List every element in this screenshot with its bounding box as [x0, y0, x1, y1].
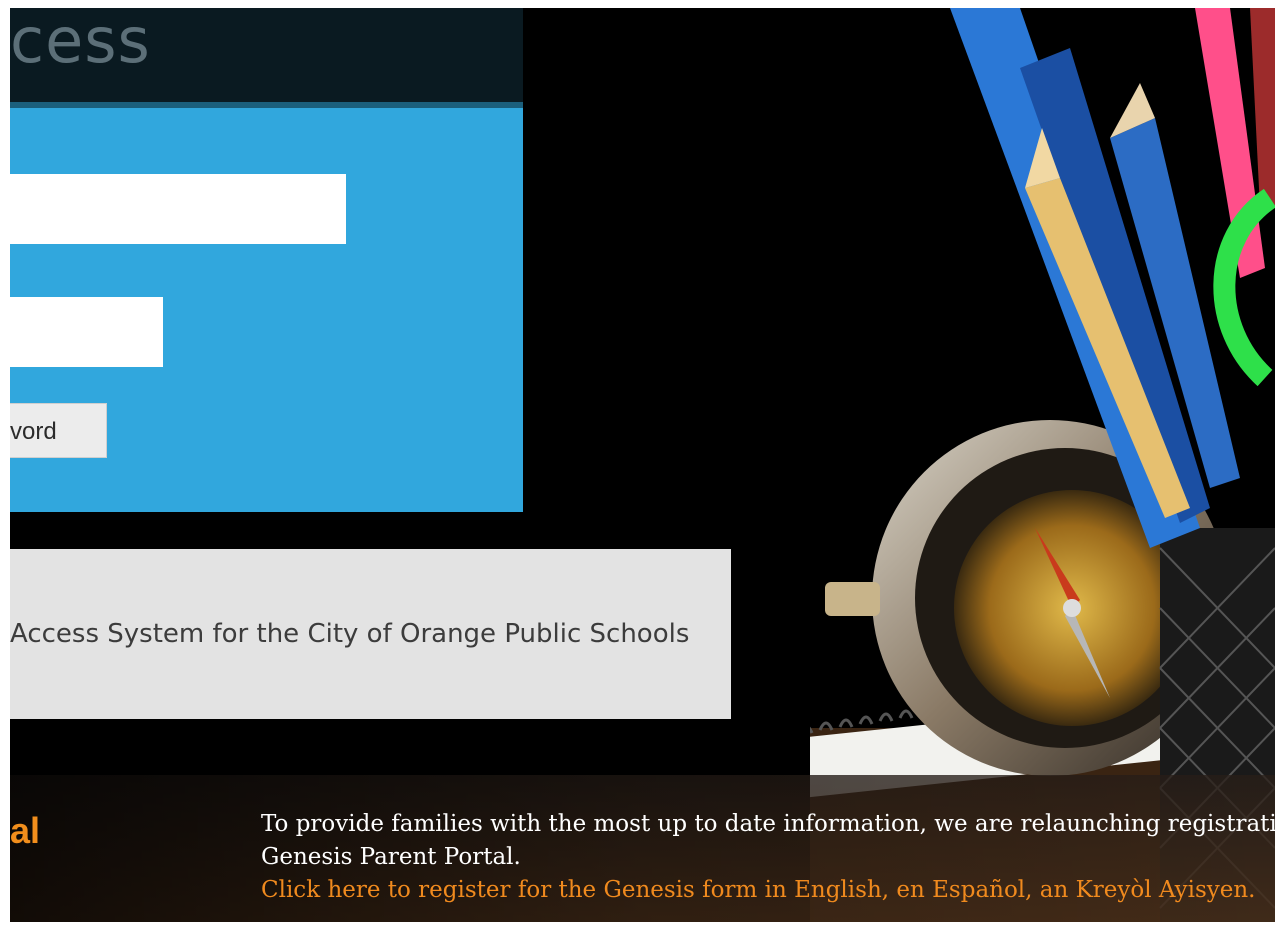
login-panel: vord — [10, 108, 523, 512]
password-input[interactable] — [10, 297, 163, 367]
username-input[interactable] — [10, 174, 346, 244]
system-description: Access System for the City of Orange Pub… — [10, 619, 690, 649]
notice-line-1: To provide families with the most up to … — [261, 811, 1275, 837]
notice-line-2: Genesis Parent Portal. — [261, 844, 521, 870]
hero-screen: cess vord Access System for the City of … — [10, 8, 1275, 922]
system-info-box: Access System for the City of Orange Pub… — [10, 549, 731, 719]
registration-notice: To provide families with the most up to … — [261, 808, 1275, 907]
register-link[interactable]: Click here to register for the Genesis f… — [261, 877, 1255, 903]
portal-label: al — [10, 810, 41, 851]
header-title: cess — [10, 8, 151, 77]
access-header: cess — [10, 8, 523, 102]
password-button[interactable]: vord — [10, 403, 107, 458]
